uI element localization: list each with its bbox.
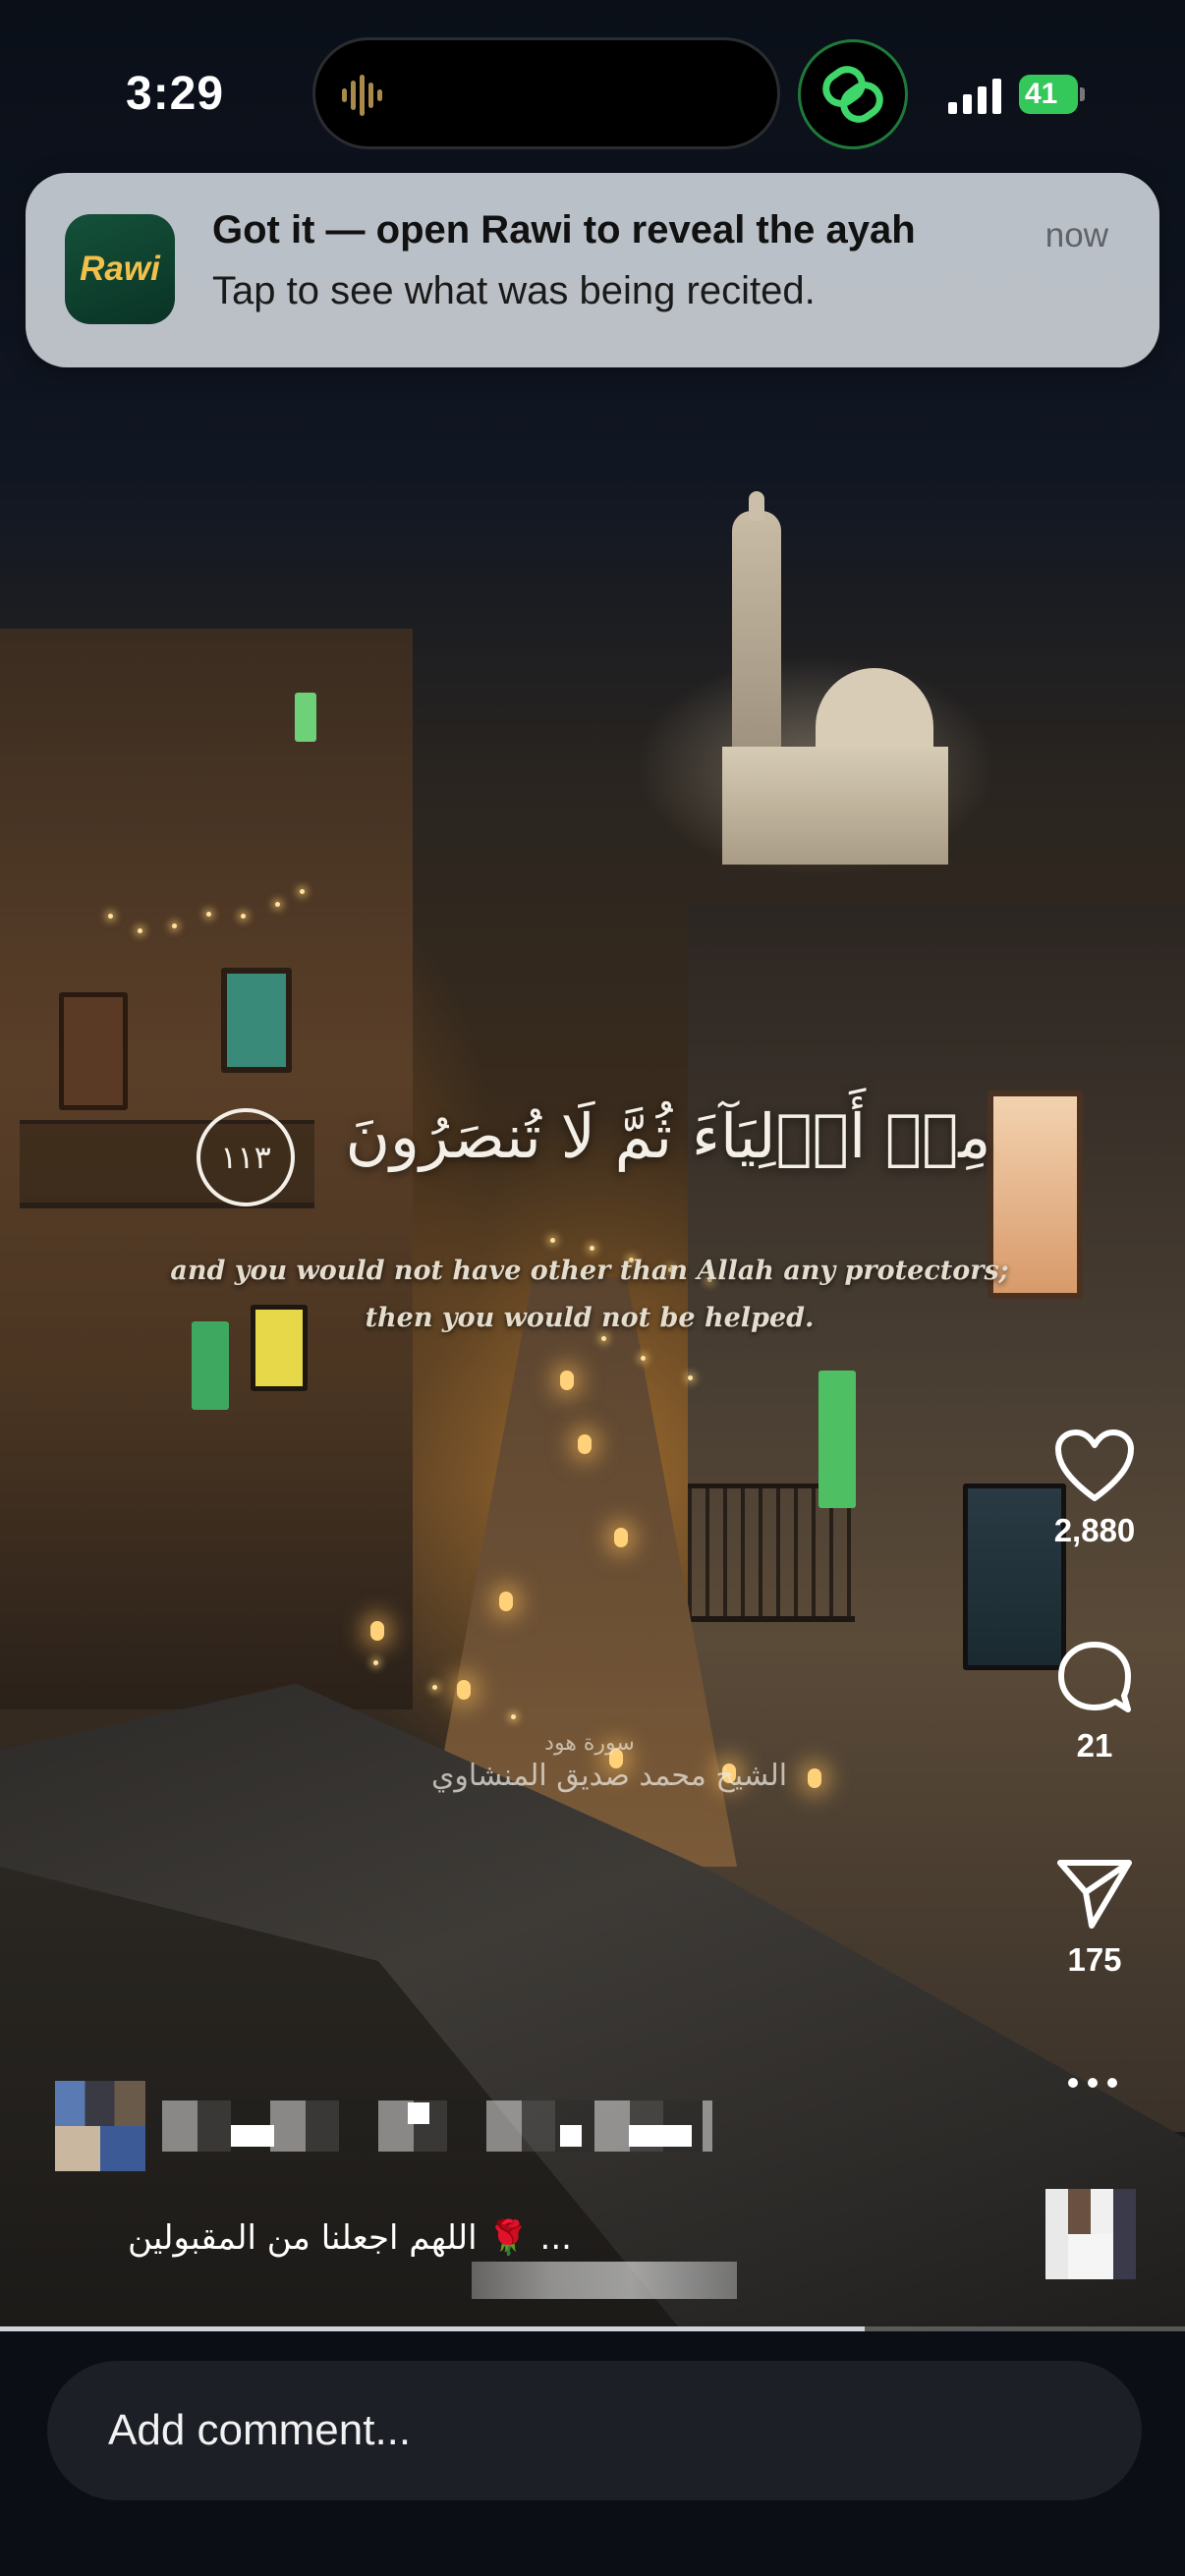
comment-button[interactable]: 21 — [1036, 1639, 1154, 1764]
window — [59, 992, 128, 1110]
string-light — [373, 1660, 378, 1665]
string-light — [432, 1685, 437, 1690]
mosque-body — [722, 747, 948, 865]
share-button[interactable]: 175 — [1036, 1857, 1154, 1979]
comment-bubble-icon — [1058, 1642, 1131, 1712]
string-light — [550, 1238, 555, 1243]
author-name-pixel — [408, 2102, 429, 2124]
mosque-dome — [816, 668, 933, 747]
lantern — [808, 1768, 821, 1788]
author-name-pixel — [231, 2125, 274, 2147]
comment-bar — [0, 2331, 1185, 2576]
author-name-pixel — [560, 2125, 582, 2147]
string-light — [300, 889, 305, 894]
notification-title: Got it — open Rawi to reveal the ayah — [212, 208, 916, 252]
status-time: 3:29 — [126, 68, 225, 120]
battery-icon: 41 — [1019, 75, 1086, 114]
lantern — [578, 1434, 592, 1454]
notification-time: now — [1044, 216, 1108, 254]
battery-cap — [1080, 87, 1085, 101]
comment-input[interactable] — [47, 2361, 1142, 2500]
lantern — [499, 1592, 513, 1611]
window — [818, 1371, 856, 1508]
string-light — [138, 928, 142, 933]
string-light — [275, 902, 280, 907]
lantern — [457, 1680, 471, 1700]
notification-body: Tap to see what was being recited. — [212, 269, 816, 312]
caption-redacted — [472, 2262, 737, 2299]
app-name: Rawi — [80, 250, 160, 288]
window — [221, 968, 292, 1073]
author-name-pixel — [629, 2125, 692, 2147]
minaret — [732, 511, 781, 766]
lantern — [614, 1528, 628, 1547]
minaret-spire — [749, 491, 764, 521]
like-count: 2,880 — [1053, 1512, 1136, 1548]
audio-waveform-icon — [342, 75, 382, 116]
battery-level: 41 — [1025, 78, 1058, 110]
lantern — [560, 1371, 574, 1390]
cellular-signal-icon — [948, 79, 1001, 114]
music-thumbnail-pixel — [1068, 2234, 1113, 2279]
string-light — [688, 1375, 693, 1380]
reciter-name: الشيخ محمد صديق المنشاوي — [430, 1759, 788, 1793]
string-light — [641, 1356, 646, 1361]
link-activity-icon[interactable] — [798, 39, 908, 149]
share-count: 175 — [1067, 1941, 1122, 1978]
string-light — [511, 1714, 516, 1719]
heart-icon — [1055, 1429, 1134, 1501]
send-icon — [1057, 1860, 1132, 1929]
verse-number-badge: ١١٣ — [197, 1108, 295, 1206]
notification-banner[interactable]: Rawi Got it — open Rawi to reveal the ay… — [26, 173, 1159, 367]
comment-count: 21 — [1076, 1727, 1113, 1764]
string-light — [241, 914, 246, 919]
ayah-translation: and you would not have other than Allah … — [157, 1248, 1022, 1342]
status-bar: 3:29 41 — [0, 0, 1185, 187]
ayah-arabic-text: مِنۡ أَوۡلِيَآءَ ثُمَّ لَا تُنصَرُونَ — [345, 1100, 991, 1172]
string-light — [206, 912, 211, 917]
translation-line: and you would not have other than Allah … — [170, 1256, 1009, 1286]
author-avatar-pixel — [100, 2126, 145, 2171]
surah-label: سورة هود — [544, 1731, 635, 1756]
translation-line: then you would not be helped. — [365, 1303, 815, 1333]
string-light — [108, 914, 113, 919]
more-options-icon[interactable] — [1066, 2075, 1119, 2091]
author-avatar-pixel — [55, 2126, 100, 2171]
rawi-app-icon: Rawi — [65, 214, 175, 324]
string-light — [172, 924, 177, 928]
lantern — [370, 1621, 384, 1641]
like-button[interactable]: 2,880 — [1036, 1429, 1154, 1549]
post-caption[interactable]: اللهم اجعلنا من المقبولين 🌹 ... — [128, 2218, 572, 2258]
window — [295, 693, 316, 742]
